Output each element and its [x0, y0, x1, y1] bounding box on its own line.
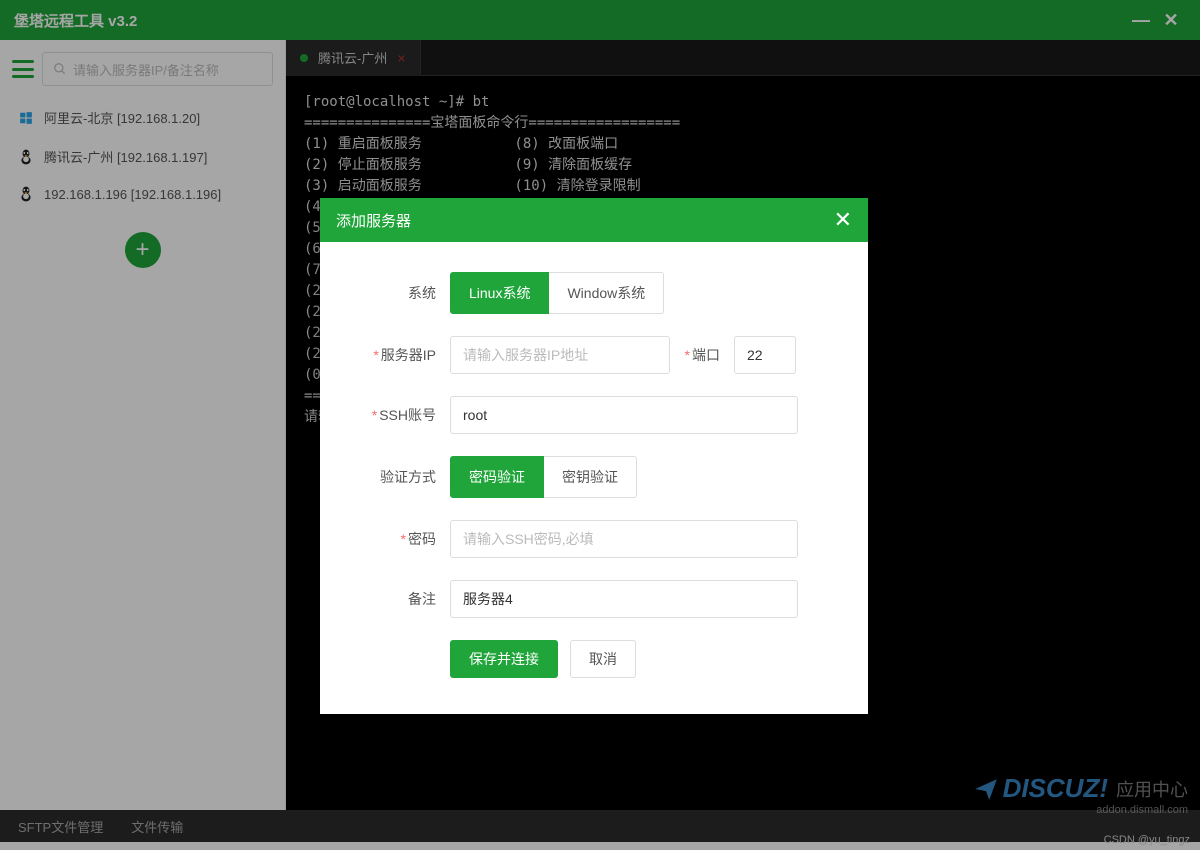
system-windows-option[interactable]: Window系统: [549, 272, 664, 314]
csdn-credit: CSDN @yu_tingz: [1104, 834, 1190, 846]
remark-input[interactable]: [450, 580, 798, 618]
ssh-account-input[interactable]: [450, 396, 798, 434]
port-label: *端口: [670, 345, 734, 365]
cancel-button[interactable]: 取消: [570, 640, 636, 678]
password-label: *密码: [360, 529, 450, 549]
port-input[interactable]: [734, 336, 796, 374]
system-label: 系统: [360, 283, 450, 303]
save-connect-button[interactable]: 保存并连接: [450, 640, 558, 678]
watermark: DISCUZ!应用中心 addon.dismall.com: [973, 773, 1188, 816]
modal-header: 添加服务器 ✕: [320, 198, 868, 242]
auth-key-option[interactable]: 密钥验证: [544, 456, 637, 498]
auth-label: 验证方式: [360, 467, 450, 487]
remark-label: 备注: [360, 589, 450, 609]
modal-close-icon[interactable]: ✕: [834, 209, 852, 231]
system-linux-option[interactable]: Linux系统: [450, 272, 549, 314]
paper-plane-icon: [973, 776, 999, 802]
password-input[interactable]: [450, 520, 798, 558]
modal-title: 添加服务器: [336, 210, 834, 231]
ip-label: *服务器IP: [360, 345, 450, 365]
add-server-modal: 添加服务器 ✕ 系统 Linux系统 Window系统 *服务器IP *端口 *…: [320, 198, 868, 714]
auth-password-option[interactable]: 密码验证: [450, 456, 544, 498]
server-ip-input[interactable]: [450, 336, 670, 374]
ssh-label: *SSH账号: [360, 405, 450, 425]
